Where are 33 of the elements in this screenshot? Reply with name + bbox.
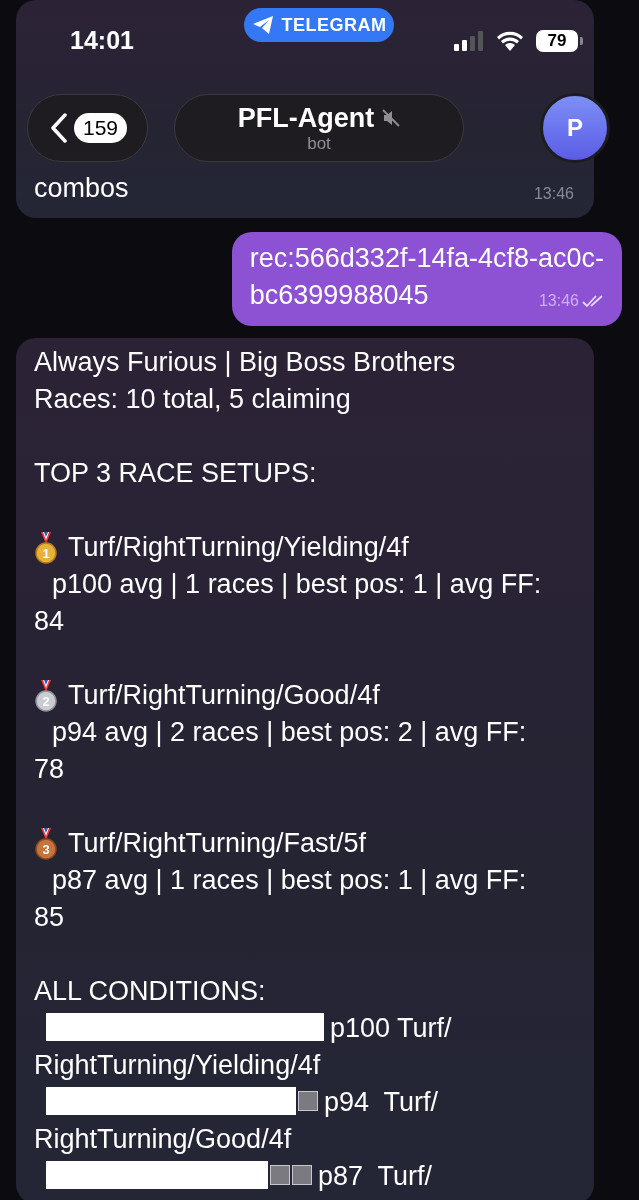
section-heading: TOP 3 RACE SETUPS: bbox=[34, 457, 318, 490]
message-time: 13:46 bbox=[538, 291, 579, 311]
race-setup: Turf/RightTurning/Yielding/4f bbox=[68, 531, 409, 564]
message-time: 13:46 bbox=[533, 184, 574, 204]
race-setup: Turf/RightTurning/Fast/5f bbox=[68, 827, 367, 860]
chat-title-pill[interactable]: PFL-Agent bot bbox=[174, 94, 464, 162]
setup-stats: p100 avg | 1 races | best pos: 1 | avg FF: 84 bbox=[34, 568, 543, 638]
race-setup: Turf/RightTurning/Good/4f bbox=[68, 679, 380, 712]
setup-stats: p87 avg | 1 races | best pos: 1 | avg FF: 85 bbox=[34, 864, 528, 934]
square-block bbox=[292, 1165, 312, 1185]
square-block bbox=[270, 1165, 290, 1185]
message-line: Races: 10 total, 5 claiming bbox=[34, 383, 352, 416]
paper-plane-icon bbox=[251, 15, 274, 35]
condition-text: p100 Turf/ bbox=[330, 1013, 452, 1043]
app-return-pill[interactable]: TELEGRAM bbox=[244, 8, 394, 42]
message-text: rec:566d332f-14fa-4cf8-ac0c- bbox=[249, 242, 604, 275]
condition-text: RightTurning/Yielding/4f bbox=[34, 1049, 322, 1082]
square-block bbox=[298, 1091, 318, 1111]
wifi-icon bbox=[496, 31, 524, 51]
message-text: bc6399988045 bbox=[249, 279, 429, 312]
condition-text: RightTurning/Good/4f bbox=[34, 1123, 293, 1156]
setup-stats: p94 avg | 2 races | best pos: 2 | avg FF: 78 bbox=[34, 716, 528, 786]
section-heading: ALL CONDITIONS: bbox=[34, 975, 267, 1008]
chevron-left-icon bbox=[50, 113, 68, 143]
clock-time: 14:01 bbox=[70, 26, 134, 55]
chat-subtitle: bot bbox=[307, 133, 331, 154]
message-line: Always Furious | Big Boss Brothers bbox=[34, 346, 457, 379]
message-text: combos bbox=[34, 172, 129, 205]
condition-text: p94 Turf/ bbox=[324, 1087, 439, 1117]
chat-title: PFL-Agent bbox=[237, 102, 375, 134]
unread-count-badge: 159 bbox=[74, 113, 128, 143]
signal-icon bbox=[454, 31, 484, 51]
condition-text: p87 Turf/ bbox=[318, 1161, 433, 1191]
